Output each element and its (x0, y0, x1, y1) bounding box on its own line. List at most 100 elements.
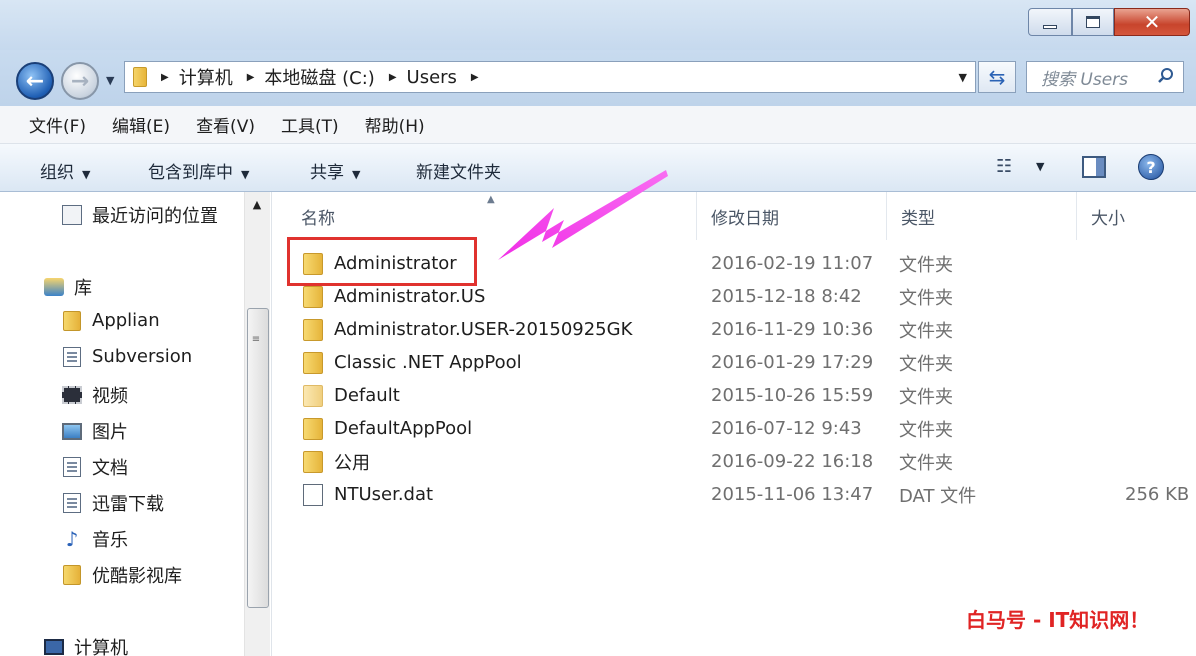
file-name: Classic .NET AppPool (334, 352, 522, 373)
computer-icon (44, 637, 64, 656)
search-placeholder: 搜索 Users (1041, 69, 1129, 90)
nav-item-label: 音乐 (92, 530, 128, 551)
file-name: Administrator.US (334, 286, 486, 307)
nav-item-libraries[interactable]: 库 (44, 274, 92, 300)
document-icon (62, 493, 82, 513)
file-modified: 2015-10-26 15:59 (711, 385, 874, 406)
file-size: 256 KB (1125, 484, 1190, 505)
file-type: 文件夹 (899, 386, 953, 408)
nav-item-recent-places[interactable]: 最近访问的位置 (62, 202, 218, 228)
file-modified: 2016-02-19 11:07 (711, 253, 874, 274)
include-in-library-button[interactable]: 包含到库中 ▼ (148, 158, 249, 183)
share-button[interactable]: 共享 ▼ (310, 158, 360, 183)
arrow-right-icon: → (70, 68, 90, 94)
picture-icon (62, 421, 82, 441)
chevron-right-icon[interactable]: ▶ (247, 72, 255, 83)
folder-icon (303, 318, 323, 341)
nav-pane-scrollbar[interactable]: ▲ ≡ (244, 192, 270, 656)
new-folder-button[interactable]: 新建文件夹 (416, 158, 501, 183)
chevron-down-icon: ▼ (82, 168, 91, 181)
maximize-button[interactable] (1072, 8, 1114, 36)
document-icon (62, 346, 82, 367)
breadcrumb-computer[interactable]: 计算机 (179, 64, 233, 90)
scrollbar-thumb[interactable] (247, 308, 269, 608)
file-name: NTUser.dat (334, 484, 434, 505)
share-label: 共享 (310, 163, 344, 183)
file-modified: 2016-09-22 16:18 (711, 451, 874, 472)
nav-item-applian[interactable]: Applian (62, 310, 160, 331)
column-header-modified[interactable]: 修改日期 (697, 192, 887, 240)
recent-places-icon (62, 205, 82, 225)
breadcrumb-users[interactable]: Users (407, 67, 457, 88)
nav-item-music[interactable]: ♪ 音乐 (62, 526, 128, 552)
back-button[interactable]: ← (16, 62, 54, 100)
chevron-right-icon[interactable]: ▶ (161, 72, 169, 83)
title-bar: ✕ (0, 0, 1196, 50)
folder-icon (62, 565, 82, 585)
chevron-right-icon[interactable]: ▶ (389, 72, 397, 83)
view-options-dropdown[interactable]: ▼ (1036, 160, 1044, 173)
preview-pane-button[interactable] (1082, 156, 1106, 178)
folder-icon (62, 310, 82, 331)
forward-button[interactable]: → (61, 62, 99, 100)
scroll-up-arrow-icon[interactable]: ▲ (245, 198, 269, 211)
organize-button[interactable]: 组织 ▼ (40, 158, 90, 183)
file-name: Default (334, 385, 400, 406)
menu-view[interactable]: 查看(V) (196, 112, 255, 137)
close-button[interactable]: ✕ (1114, 8, 1190, 36)
navigation-pane: 最近访问的位置 库 Applian Subversion 视频 图片 文档 迅雷… (0, 192, 272, 656)
maximize-icon (1086, 16, 1100, 28)
organize-label: 组织 (40, 163, 74, 183)
file-row[interactable]: Classic .NET AppPool 2016-01-29 17:29 文件… (273, 346, 1196, 379)
nav-item-youku-library[interactable]: 优酷影视库 (62, 562, 182, 588)
file-name: Administrator.USER-20150925GK (334, 319, 633, 340)
nav-item-label: 迅雷下载 (92, 494, 164, 515)
view-details-icon[interactable]: ☷ (996, 156, 1012, 177)
file-type: DAT 文件 (899, 485, 977, 507)
watermark-text: 白马号 - IT知识网！ (966, 608, 1150, 632)
file-row[interactable]: 公用 2016-09-22 16:18 文件夹 (273, 445, 1196, 478)
new-folder-label: 新建文件夹 (416, 163, 501, 183)
nav-item-xunlei-downloads[interactable]: 迅雷下载 (62, 490, 164, 516)
address-history-dropdown[interactable]: ▼ (959, 71, 967, 84)
arrow-left-icon: ← (25, 68, 45, 94)
breadcrumb-local-disk[interactable]: 本地磁盘 (C:) (264, 64, 374, 90)
file-row[interactable]: NTUser.dat 2015-11-06 13:47 DAT 文件 256 K… (273, 478, 1196, 511)
address-row: ← → ▼ ▶ 计算机 ▶ 本地磁盘 (C:) ▶ Users ▶ ▼ ⇆ 搜索… (0, 50, 1196, 106)
file-type: 文件夹 (899, 320, 953, 342)
refresh-button[interactable]: ⇆ (978, 61, 1016, 93)
nav-item-label: 图片 (92, 422, 128, 443)
pointer-arrow-icon (498, 170, 668, 260)
nav-item-documents[interactable]: 文档 (62, 454, 128, 480)
search-input[interactable]: 搜索 Users (1026, 61, 1184, 93)
file-row[interactable]: Default 2015-10-26 15:59 文件夹 (273, 379, 1196, 412)
chevron-right-icon[interactable]: ▶ (471, 72, 479, 83)
menu-edit[interactable]: 编辑(E) (112, 112, 170, 137)
address-bar[interactable]: ▶ 计算机 ▶ 本地磁盘 (C:) ▶ Users ▶ ▼ (124, 61, 976, 93)
nav-item-computer[interactable]: 计算机 (44, 634, 128, 656)
minimize-button[interactable] (1028, 8, 1072, 36)
nav-item-label: Applian (92, 310, 160, 331)
minimize-icon (1043, 25, 1057, 29)
column-header-type[interactable]: 类型 (887, 192, 1077, 240)
help-button[interactable]: ? (1138, 154, 1164, 180)
file-row[interactable]: Administrator.USER-20150925GK 2016-11-29… (273, 313, 1196, 346)
menu-help[interactable]: 帮助(H) (365, 112, 425, 137)
nav-item-videos[interactable]: 视频 (62, 382, 128, 408)
search-icon[interactable] (1157, 67, 1175, 85)
nav-item-subversion[interactable]: Subversion (62, 346, 192, 367)
video-icon (62, 385, 82, 405)
recent-pages-dropdown[interactable]: ▼ (106, 74, 114, 87)
refresh-icon: ⇆ (988, 65, 1006, 89)
file-type: 文件夹 (899, 353, 953, 375)
nav-item-label: 视频 (92, 386, 128, 407)
column-header-size[interactable]: 大小 (1077, 192, 1196, 240)
nav-item-label: 库 (74, 278, 92, 299)
close-icon: ✕ (1143, 10, 1161, 34)
nav-item-pictures[interactable]: 图片 (62, 418, 128, 444)
document-icon (62, 457, 82, 477)
file-row[interactable]: DefaultAppPool 2016-07-12 9:43 文件夹 (273, 412, 1196, 445)
menu-tools[interactable]: 工具(T) (281, 112, 339, 137)
menu-file[interactable]: 文件(F) (29, 112, 86, 137)
music-icon: ♪ (65, 527, 79, 551)
